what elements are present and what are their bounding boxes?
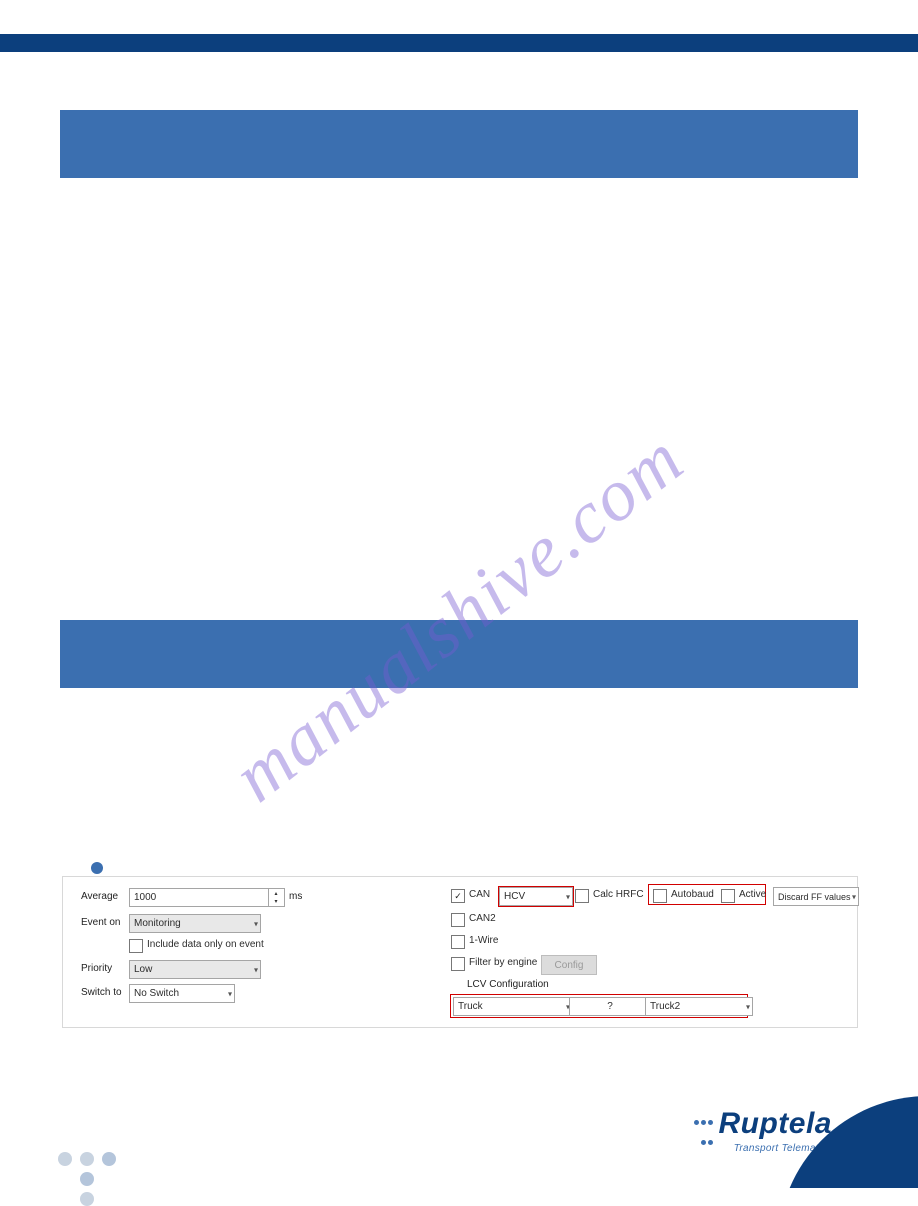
active-label: Active xyxy=(739,889,766,900)
section-bar-1 xyxy=(60,110,858,178)
can-mode-value: HCV xyxy=(504,891,525,902)
discard-select[interactable]: Discard FF values ▾ xyxy=(773,887,859,906)
priority-label: Priority xyxy=(81,963,112,974)
chevron-down-icon: ▾ xyxy=(566,892,570,901)
average-value: 1000 xyxy=(134,892,156,903)
watermark: manualshive.com xyxy=(218,416,700,819)
can-label: CAN xyxy=(469,889,490,900)
priority-select[interactable]: Low ▾ xyxy=(129,960,261,979)
can2-checkbox[interactable] xyxy=(451,913,465,927)
section-bar-2 xyxy=(60,620,858,688)
average-field[interactable]: 1000 ▴ ▾ xyxy=(129,888,285,907)
autobaud-label: Autobaud xyxy=(671,889,714,900)
include-checkbox[interactable] xyxy=(129,939,143,953)
footer-arc xyxy=(748,1068,918,1188)
switch-to-select[interactable]: No Switch ▾ xyxy=(129,984,235,1003)
include-label: Include data only on event xyxy=(147,939,264,950)
chevron-down-icon: ▾ xyxy=(254,965,258,974)
calc-hrfc-label: Calc HRFC xyxy=(593,889,644,900)
active-checkbox[interactable] xyxy=(721,889,735,903)
lcv-question-field[interactable]: ? xyxy=(569,997,651,1016)
lcv-sub-value: Truck2 xyxy=(650,1001,680,1012)
priority-value: Low xyxy=(134,964,152,975)
config-screenshot: Average 1000 ▴ ▾ ms Event on Monitoring … xyxy=(62,876,858,1028)
dot-icon xyxy=(80,1192,94,1206)
switch-to-label: Switch to xyxy=(81,987,122,998)
average-label: Average xyxy=(81,891,118,902)
calc-hrfc-checkbox[interactable] xyxy=(575,889,589,903)
dot-icon xyxy=(80,1152,94,1166)
lcv-question-value: ? xyxy=(607,1001,613,1012)
dot-icon xyxy=(58,1152,72,1166)
switch-to-value: No Switch xyxy=(134,988,179,999)
top-strip xyxy=(0,34,918,52)
can2-label: CAN2 xyxy=(469,913,496,924)
discard-value: Discard FF values xyxy=(778,892,851,902)
autobaud-checkbox[interactable] xyxy=(653,889,667,903)
lcv-sub-select[interactable]: Truck2 ▾ xyxy=(645,997,753,1016)
event-on-select[interactable]: Monitoring ▾ xyxy=(129,914,261,933)
filter-engine-checkbox[interactable] xyxy=(451,957,465,971)
onewire-label: 1-Wire xyxy=(469,935,498,946)
average-unit: ms xyxy=(289,891,302,902)
lcv-heading: LCV Configuration xyxy=(467,979,549,990)
spin-up-icon[interactable]: ▴ xyxy=(269,889,283,898)
lcv-group-select[interactable]: Truck ▾ xyxy=(453,997,573,1016)
chevron-down-icon: ▾ xyxy=(746,1002,750,1011)
filter-engine-label: Filter by engine xyxy=(469,957,537,968)
bullet-dot xyxy=(91,862,103,874)
dot-icon xyxy=(80,1172,94,1186)
event-on-label: Event on xyxy=(81,917,120,928)
spin-down-icon[interactable]: ▾ xyxy=(269,898,283,907)
config-button[interactable]: Config xyxy=(541,955,597,975)
lcv-group-value: Truck xyxy=(458,1001,483,1012)
average-spinner[interactable]: ▴ ▾ xyxy=(268,889,283,906)
can-checkbox[interactable]: ✓ xyxy=(451,889,465,903)
can-mode-select[interactable]: HCV ▾ xyxy=(499,887,573,906)
dot-icon xyxy=(102,1152,116,1166)
chevron-down-icon: ▾ xyxy=(254,919,258,928)
chevron-down-icon: ▾ xyxy=(852,892,856,901)
onewire-checkbox[interactable] xyxy=(451,935,465,949)
logo-dots-icon xyxy=(693,1112,714,1150)
event-on-value: Monitoring xyxy=(134,918,181,929)
chevron-down-icon: ▾ xyxy=(228,989,232,998)
